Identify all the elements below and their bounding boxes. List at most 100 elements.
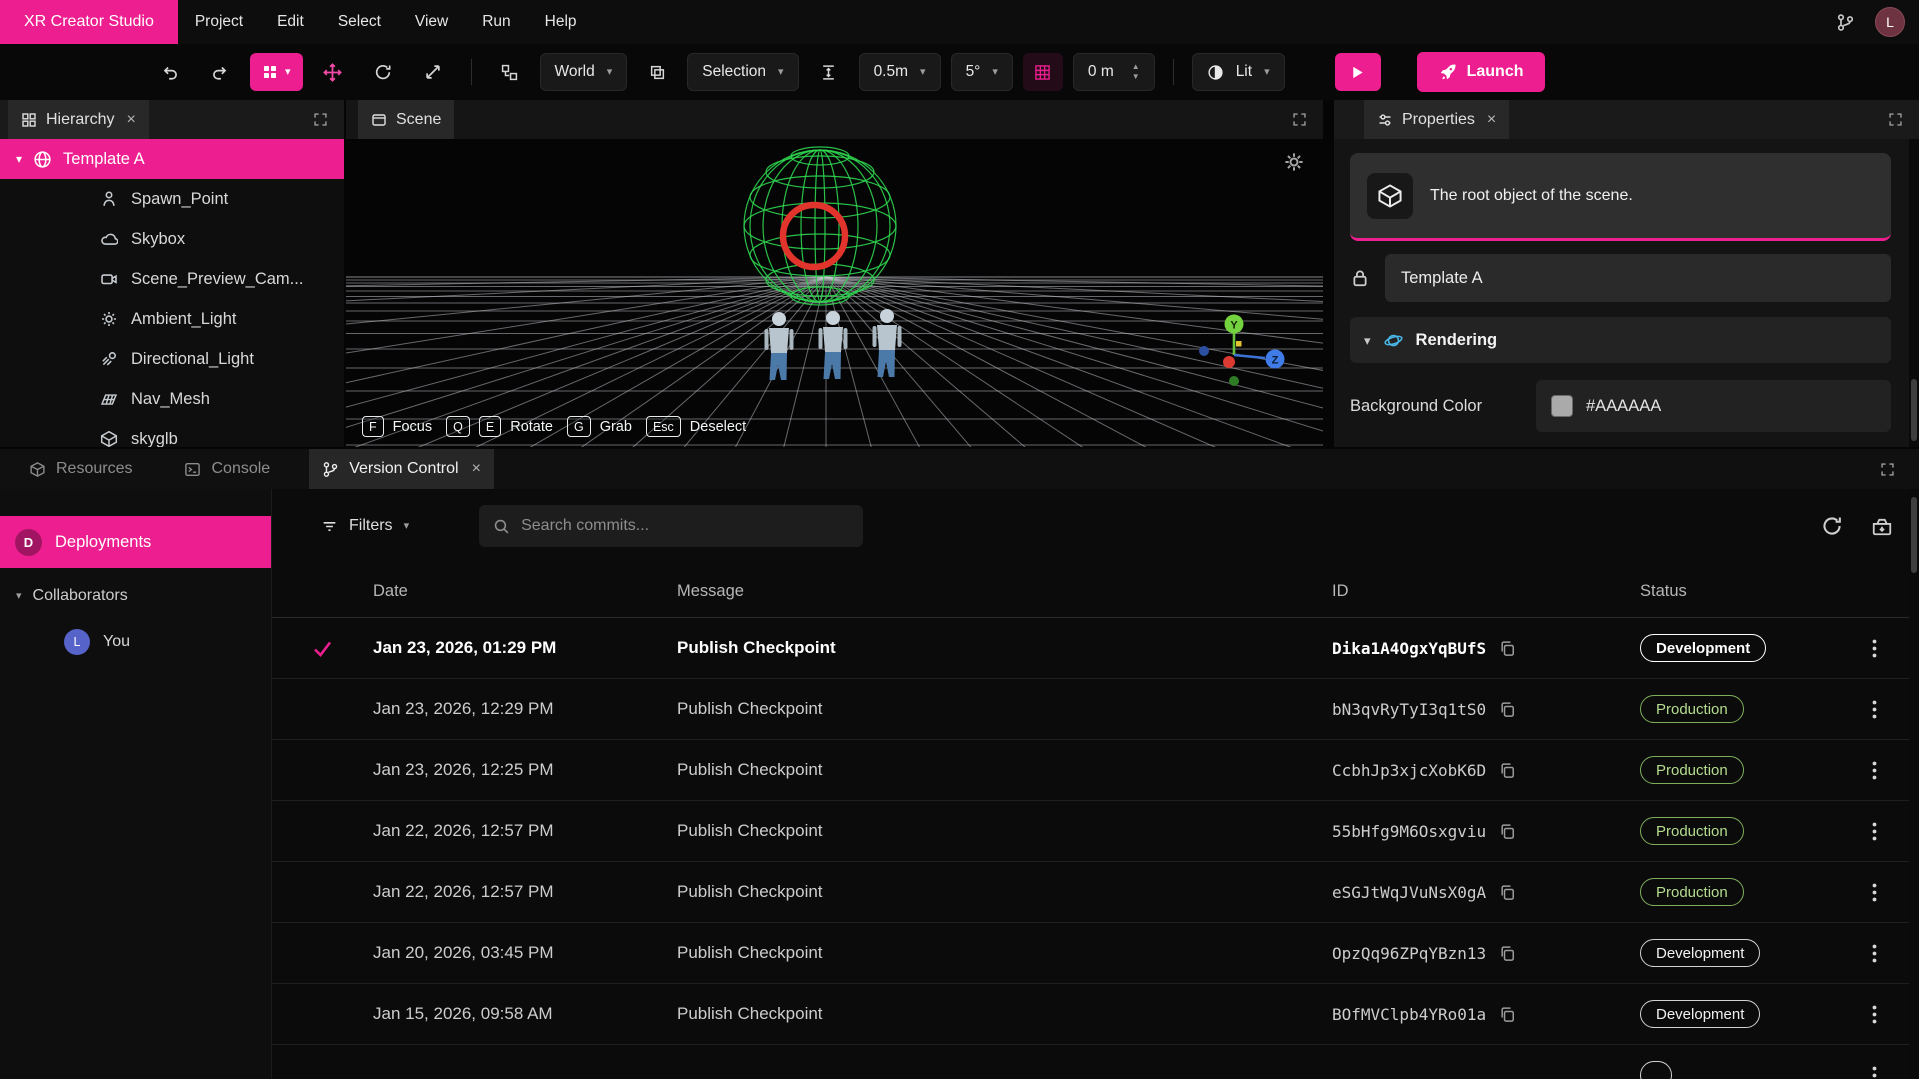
- search-commits-input[interactable]: [521, 517, 849, 535]
- move-snap-button[interactable]: [809, 53, 849, 91]
- tree-item-skyglb[interactable]: skyglb: [0, 419, 344, 447]
- table-row[interactable]: Jan 15, 2026, 09:58 AM Publish Checkpoin…: [272, 984, 1919, 1045]
- cell-date: Jan 15, 2026, 09:58 AM: [373, 1004, 677, 1024]
- bottom-scrollbar[interactable]: [1909, 489, 1919, 1079]
- cell-date: Jan 23, 2026, 12:25 PM: [373, 760, 677, 780]
- restore-commit-icon[interactable]: [1871, 515, 1893, 537]
- tree-item-skybox[interactable]: Skybox: [0, 219, 344, 259]
- viewport-settings-gear-icon[interactable]: [1283, 151, 1305, 173]
- background-color-swatch[interactable]: [1551, 395, 1573, 417]
- cell-message: Publish Checkpoint: [677, 699, 1332, 719]
- move-tool-button[interactable]: [313, 53, 353, 91]
- refresh-icon[interactable]: [1821, 515, 1843, 537]
- tree-item-directional-light[interactable]: Directional_Light: [0, 339, 344, 379]
- chevron-down-icon: ▾: [920, 67, 926, 78]
- user-avatar[interactable]: L: [1875, 7, 1905, 37]
- close-icon[interactable]: ×: [126, 111, 135, 129]
- expand-icon[interactable]: [1292, 112, 1315, 127]
- tree-item-nav-mesh[interactable]: Nav_Mesh: [0, 379, 344, 419]
- copy-icon[interactable]: [1499, 1006, 1516, 1023]
- table-row[interactable]: Jan 23, 2026, 12:25 PM Publish Checkpoin…: [272, 740, 1919, 801]
- tab-console[interactable]: Console: [171, 449, 283, 489]
- chevron-down-icon[interactable]: ▾: [16, 153, 22, 165]
- close-icon[interactable]: ×: [1487, 111, 1496, 129]
- menu-help[interactable]: Help: [528, 0, 594, 44]
- menu-view[interactable]: View: [398, 0, 465, 44]
- sidebar-item-collaborators[interactable]: ▾ Collaborators: [0, 572, 271, 620]
- hierarchy-icon: [21, 112, 37, 128]
- tab-scene[interactable]: Scene: [358, 100, 454, 139]
- tab-properties[interactable]: Properties ×: [1364, 100, 1509, 139]
- lock-icon[interactable]: [1350, 268, 1370, 288]
- menu-project[interactable]: Project: [178, 0, 260, 44]
- background-color-field[interactable]: #AAAAAA: [1536, 380, 1891, 432]
- table-row[interactable]: Jan 22, 2026, 12:57 PM Publish Checkpoin…: [272, 862, 1919, 923]
- scrollbar-thumb[interactable]: [1911, 497, 1917, 573]
- properties-scrollbar[interactable]: [1909, 139, 1919, 447]
- table-row[interactable]: [272, 1045, 1919, 1079]
- chevron-down-icon: ▾: [778, 67, 784, 78]
- render-mode-dropdown[interactable]: Lit ▾: [1192, 53, 1285, 91]
- table-row[interactable]: Jan 23, 2026, 12:29 PM Publish Checkpoin…: [272, 679, 1919, 740]
- copy-icon[interactable]: [1499, 762, 1516, 779]
- search-commits-box[interactable]: [479, 505, 863, 547]
- sidebar-item-deployments[interactable]: D Deployments: [0, 516, 271, 568]
- tab-version-control[interactable]: Version Control ×: [309, 449, 494, 489]
- table-row[interactable]: Jan 23, 2026, 01:29 PM Publish Checkpoin…: [272, 618, 1919, 679]
- reparent-button[interactable]: [490, 53, 530, 91]
- key-e: E: [479, 416, 501, 437]
- pivot-button[interactable]: [637, 53, 677, 91]
- grid-height-stepper[interactable]: 0 m ▲▼: [1073, 53, 1155, 91]
- chevron-down-icon: ▾: [992, 67, 998, 78]
- tab-resources[interactable]: Resources: [16, 449, 145, 489]
- filters-button[interactable]: Filters ▾: [321, 517, 409, 535]
- scrollbar-thumb[interactable]: [1911, 379, 1917, 441]
- move-snap-value: 0.5m: [874, 63, 908, 81]
- tab-hierarchy[interactable]: Hierarchy ×: [8, 100, 149, 139]
- gizmo-y-label[interactable]: Y: [1230, 320, 1238, 332]
- launch-button[interactable]: Launch: [1417, 52, 1546, 92]
- layout-grid-button[interactable]: ▾: [250, 53, 303, 91]
- gizmo-z-label[interactable]: Z: [1272, 355, 1279, 367]
- copy-icon[interactable]: [1499, 823, 1516, 840]
- expand-icon[interactable]: [1888, 112, 1911, 127]
- menu-select[interactable]: Select: [321, 0, 398, 44]
- app-logo[interactable]: XR Creator Studio: [0, 0, 178, 44]
- grid-snap-button[interactable]: [1023, 53, 1063, 91]
- tree-item-spawn-point[interactable]: Spawn_Point: [0, 179, 344, 219]
- copy-icon[interactable]: [1499, 945, 1516, 962]
- rotate-snap-dropdown[interactable]: 5° ▾: [951, 53, 1013, 91]
- redo-button[interactable]: [200, 53, 240, 91]
- rendering-section-header[interactable]: ▾ Rendering: [1350, 317, 1891, 363]
- table-row[interactable]: Jan 22, 2026, 12:57 PM Publish Checkpoin…: [272, 801, 1919, 862]
- move-snap-dropdown[interactable]: 0.5m ▾: [859, 53, 941, 91]
- cell-message: Publish Checkpoint: [677, 760, 1332, 780]
- tree-item-scene-preview-cam[interactable]: Scene_Preview_Cam...: [0, 259, 344, 299]
- object-name-input[interactable]: [1385, 254, 1891, 302]
- transform-space-dropdown[interactable]: World ▾: [540, 53, 628, 91]
- tree-item-ambient-light[interactable]: Ambient_Light: [0, 299, 344, 339]
- stepper-arrows[interactable]: ▲▼: [1132, 63, 1140, 81]
- scene-viewport[interactable]: Y Z F Focus Q E Rotate G: [346, 139, 1323, 447]
- close-icon[interactable]: ×: [472, 460, 481, 478]
- spawn-point-icon: [100, 190, 118, 208]
- version-control-branch-icon[interactable]: [1836, 13, 1855, 32]
- copy-icon[interactable]: [1499, 701, 1516, 718]
- copy-icon[interactable]: [1499, 884, 1516, 901]
- pivot-mode-dropdown[interactable]: Selection ▾: [687, 53, 798, 91]
- tree-item-template-a[interactable]: ▾ Template A: [0, 139, 344, 179]
- scale-tool-button[interactable]: [413, 53, 453, 91]
- rotate-tool-button[interactable]: [363, 53, 403, 91]
- toolbar: ▾ World ▾ Selection ▾ 0.5m ▾ 5° ▾ 0 m ▲▼: [0, 44, 1919, 100]
- expand-icon[interactable]: [313, 112, 336, 127]
- tab-label: Console: [211, 460, 270, 478]
- menu-run[interactable]: Run: [465, 0, 527, 44]
- undo-button[interactable]: [150, 53, 190, 91]
- play-button[interactable]: [1335, 53, 1381, 91]
- expand-icon[interactable]: [1880, 462, 1903, 477]
- menu-edit[interactable]: Edit: [260, 0, 321, 44]
- cell-message: Publish Checkpoint: [677, 821, 1332, 841]
- copy-icon[interactable]: [1499, 640, 1516, 657]
- sidebar-item-you[interactable]: L You: [0, 620, 271, 664]
- table-row[interactable]: Jan 20, 2026, 03:45 PM Publish Checkpoin…: [272, 923, 1919, 984]
